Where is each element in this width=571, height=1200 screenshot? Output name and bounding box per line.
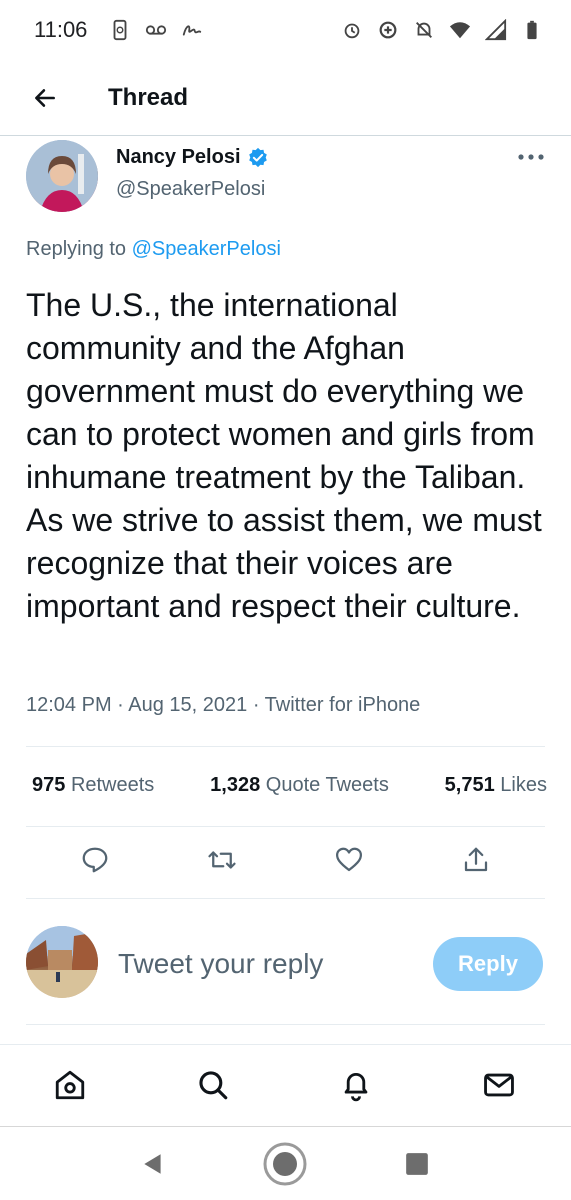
share-icon [464, 847, 488, 872]
system-back-button[interactable] [130, 1141, 176, 1187]
author-avatar[interactable] [26, 140, 98, 212]
author-name[interactable]: Nancy Pelosi [116, 146, 241, 169]
nav-search[interactable] [193, 1065, 233, 1105]
voicemail-icon [145, 19, 167, 41]
replying-mention-link[interactable]: @SpeakerPelosi [132, 238, 281, 260]
like-button[interactable] [329, 840, 369, 880]
reply-submit-button[interactable]: Reply [433, 937, 543, 991]
like-icon [336, 847, 362, 872]
nav-messages[interactable] [479, 1065, 519, 1105]
reply-icon [82, 847, 108, 873]
triangle-back-icon [144, 1154, 161, 1174]
more-horizontal-icon [518, 154, 544, 160]
quote-tweets-stat[interactable]: 1,328 Quote Tweets [210, 774, 389, 797]
messages-icon [484, 1073, 514, 1097]
retweets-label: Retweets [70, 774, 155, 796]
nav-home[interactable] [50, 1065, 90, 1105]
page-title: Thread [108, 83, 189, 111]
likes-label: Likes [500, 774, 547, 796]
quote-tweets-label: Quote Tweets [265, 774, 389, 796]
bottom-nav [0, 1044, 571, 1126]
user-avatar[interactable] [26, 926, 98, 998]
reply-composer: Reply [0, 920, 571, 1012]
divider [26, 826, 545, 827]
notifications-icon [344, 1073, 368, 1102]
divider [26, 746, 545, 747]
replying-to: Replying to @SpeakerPelosi [26, 238, 281, 261]
replying-prefix: Replying to [26, 238, 127, 260]
bell-off-icon [413, 19, 435, 41]
tweet-text: The U.S., the international community an… [26, 287, 542, 624]
reply-button[interactable] [75, 840, 115, 880]
data-saver-icon [377, 19, 399, 41]
nav-notifications[interactable] [336, 1065, 376, 1105]
retweets-stat[interactable]: 975 Retweets [32, 774, 154, 797]
quote-tweets-count: 1,328 [210, 774, 261, 796]
back-arrow-icon [35, 88, 55, 107]
search-icon [199, 1071, 228, 1100]
more-options-button[interactable] [516, 146, 546, 168]
status-left-icons [109, 19, 203, 41]
retweet-button[interactable] [202, 840, 242, 880]
system-recents-button[interactable] [394, 1141, 440, 1187]
share-button[interactable] [456, 840, 496, 880]
alarm-icon [341, 19, 363, 41]
square-recents-icon [406, 1153, 428, 1175]
tweet-meta: 12:04 PM · Aug 15, 2021 · Twitter for iP… [26, 694, 421, 716]
signal-icon [485, 19, 507, 41]
wifi-icon [449, 19, 471, 41]
system-navigation-bar [0, 1126, 571, 1200]
tweet-author: Nancy Pelosi @SpeakerPelosi [26, 140, 546, 216]
likes-count: 5,751 [444, 774, 495, 796]
retweet-icon [208, 851, 236, 869]
retweets-count: 975 [32, 774, 66, 796]
author-handle[interactable]: @SpeakerPelosi [116, 178, 265, 201]
back-button[interactable] [30, 83, 60, 113]
status-bar: 11:06 [0, 0, 571, 60]
signature-icon [181, 19, 203, 41]
status-right-icons [341, 19, 543, 41]
reply-input[interactable] [118, 944, 418, 984]
divider [26, 898, 545, 899]
phone-sync-icon [109, 19, 131, 41]
likes-stat[interactable]: 5,751 Likes [445, 774, 547, 797]
home-icon [55, 1070, 85, 1100]
divider [26, 1024, 545, 1025]
status-time: 11:06 [34, 17, 88, 42]
thread-header: Thread [0, 60, 571, 136]
verified-badge-icon [248, 147, 267, 167]
author-name-row: Nancy Pelosi [116, 146, 269, 169]
tweet-actions [0, 840, 571, 886]
circle-home-icon [263, 1142, 307, 1186]
battery-icon [521, 19, 543, 41]
tweet-stats: 975 Retweets 1,328 Quote Tweets 5,751 Li… [32, 774, 547, 797]
system-home-button[interactable] [262, 1141, 308, 1187]
